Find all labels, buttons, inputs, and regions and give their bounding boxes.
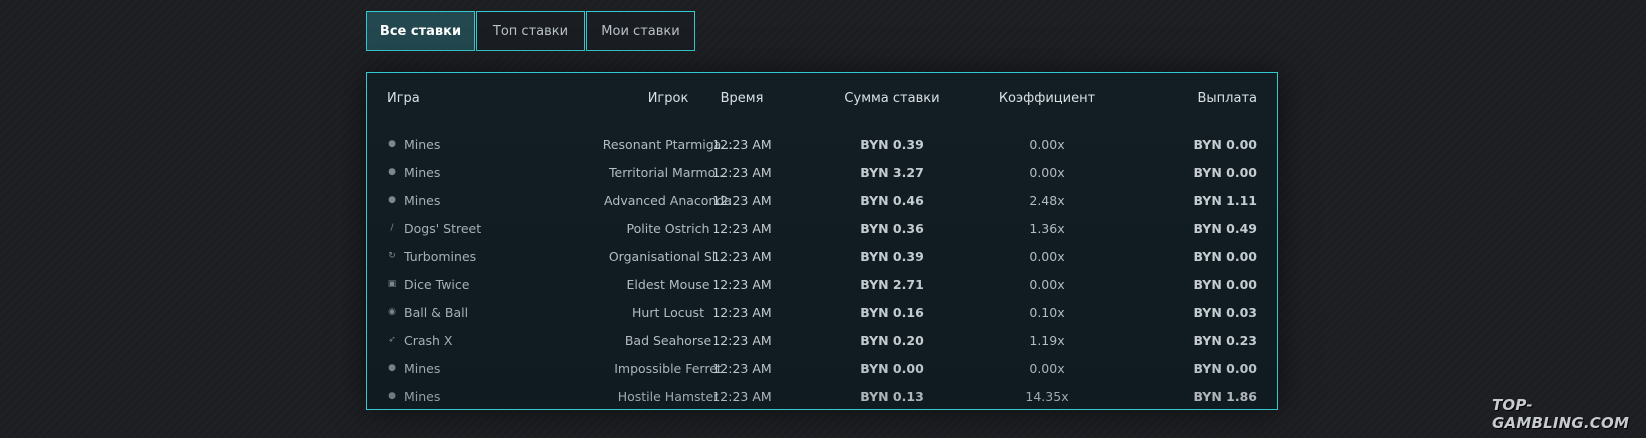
watermark-logo: TOP-GAMBLING.COM: [1492, 396, 1630, 432]
table-row: ● Mines Hostile Hamster 12:23 AM BYN 0.1…: [367, 382, 1277, 409]
bet-time: 12:23 AM: [712, 136, 772, 152]
header-payout: Выплата: [1197, 90, 1258, 106]
tab-all-bets[interactable]: Все ставки: [366, 11, 475, 51]
game-name: Crash X: [404, 332, 453, 348]
coefficient: 1.19x: [1029, 332, 1065, 348]
bet-amount: BYN 0.39: [860, 136, 924, 152]
table-row: ➶ Crash X Bad Seahorse 12:23 AM BYN 0.20…: [367, 326, 1277, 354]
payout: BYN 1.86: [1193, 388, 1257, 404]
coefficient: 14.35x: [1025, 388, 1069, 404]
coefficient: 0.00x: [1029, 136, 1065, 152]
bet-amount: BYN 0.36: [860, 220, 924, 236]
table-row: ▣ Dice Twice Eldest Mouse 12:23 AM BYN 2…: [367, 270, 1277, 298]
refresh-icon: ↻: [388, 251, 396, 261]
coefficient: 0.00x: [1029, 276, 1065, 292]
game-name: Dice Twice: [404, 276, 470, 292]
bone-icon: /: [390, 223, 394, 233]
table-row: ● Mines Territorial Marmo... 12:23 AM BY…: [367, 158, 1277, 186]
coefficient: 1.36x: [1029, 220, 1065, 236]
ball-icon: ◉: [388, 307, 396, 317]
payout: BYN 0.00: [1193, 164, 1257, 180]
game-name: Dogs' Street: [404, 220, 482, 236]
bet-time: 12:23 AM: [712, 276, 772, 292]
game-name: Mines: [404, 164, 441, 180]
tab-my-bets[interactable]: Мои ставки: [586, 11, 695, 51]
payout: BYN 0.49: [1193, 220, 1257, 236]
bet-amount: BYN 2.71: [860, 276, 924, 292]
payout: BYN 0.00: [1193, 248, 1257, 264]
header-game: Игра: [387, 90, 420, 106]
dice-icon: ▣: [387, 279, 397, 289]
game-name: Mines: [404, 360, 441, 376]
game-name: Mines: [404, 388, 441, 404]
bet-amount: BYN 0.20: [860, 332, 924, 348]
game-cell: ● Mines: [387, 130, 537, 158]
payout: BYN 0.00: [1193, 136, 1257, 152]
bets-table: Игра Игрок Время Сумма ставки Коэффициен…: [366, 72, 1278, 410]
bet-time: 12:23 AM: [712, 220, 772, 236]
bomb-icon: ●: [388, 167, 396, 177]
header-bet: Сумма ставки: [844, 90, 940, 106]
table-header: Игра Игрок Время Сумма ставки Коэффициен…: [367, 85, 1277, 111]
table-row: ◉ Ball & Ball Hurt Locust 12:23 AM BYN 0…: [367, 298, 1277, 326]
game-cell: ● Mines: [387, 382, 537, 409]
coefficient: 2.48x: [1029, 192, 1065, 208]
game-cell: ● Mines: [387, 354, 537, 382]
game-cell: ● Mines: [387, 186, 537, 214]
bomb-icon: ●: [388, 139, 396, 149]
payout: BYN 0.03: [1193, 304, 1257, 320]
game-cell: / Dogs' Street: [387, 214, 537, 242]
header-coefficient: Коэффициент: [998, 90, 1096, 106]
tab-top-bets[interactable]: Топ ставки: [476, 11, 585, 51]
bet-amount: BYN 0.13: [860, 388, 924, 404]
table-row: ● Mines Resonant Ptarmiga... 12:23 AM BY…: [367, 130, 1277, 158]
payout: BYN 0.23: [1193, 332, 1257, 348]
game-name: Turbomines: [404, 248, 477, 264]
payout: BYN 0.00: [1193, 360, 1257, 376]
game-cell: ◉ Ball & Ball: [387, 298, 537, 326]
payout: BYN 0.00: [1193, 276, 1257, 292]
table-row: ● Mines Advanced Anaconda 12:23 AM BYN 0…: [367, 186, 1277, 214]
game-name: Mines: [404, 192, 441, 208]
bet-time: 12:23 AM: [712, 164, 772, 180]
bet-time: 12:23 AM: [712, 360, 772, 376]
game-cell: ● Mines: [387, 158, 537, 186]
bet-amount: BYN 0.46: [860, 192, 924, 208]
bet-time: 12:23 AM: [712, 192, 772, 208]
game-cell: ▣ Dice Twice: [387, 270, 537, 298]
bet-amount: BYN 3.27: [860, 164, 924, 180]
bomb-icon: ●: [388, 195, 396, 205]
game-cell: ➶ Crash X: [387, 326, 537, 354]
table-row: ↻ Turbomines Organisational Sl... 12:23 …: [367, 242, 1277, 270]
coefficient: 0.00x: [1029, 360, 1065, 376]
table-row: ● Mines Impossible Ferret 12:23 AM BYN 0…: [367, 354, 1277, 382]
coefficient: 0.00x: [1029, 248, 1065, 264]
game-name: Mines: [404, 136, 441, 152]
bet-tabs: Все ставки Топ ставки Мои ставки: [366, 11, 695, 51]
bet-time: 12:23 AM: [712, 304, 772, 320]
game-name: Ball & Ball: [404, 304, 469, 320]
header-time: Время: [720, 90, 764, 106]
bet-amount: BYN 0.39: [860, 248, 924, 264]
game-cell: ↻ Turbomines: [387, 242, 537, 270]
coefficient: 0.00x: [1029, 164, 1065, 180]
bomb-icon: ●: [388, 391, 396, 401]
bet-time: 12:23 AM: [712, 388, 772, 404]
coefficient: 0.10x: [1029, 304, 1065, 320]
payout: BYN 1.11: [1193, 192, 1257, 208]
bet-time: 12:23 AM: [712, 332, 772, 348]
bet-amount: BYN 0.16: [860, 304, 924, 320]
bet-amount: BYN 0.00: [860, 360, 924, 376]
rocket-icon: ➶: [388, 335, 396, 345]
table-row: / Dogs' Street Polite Ostrich 12:23 AM B…: [367, 214, 1277, 242]
bet-time: 12:23 AM: [712, 248, 772, 264]
bomb-icon: ●: [388, 363, 396, 373]
